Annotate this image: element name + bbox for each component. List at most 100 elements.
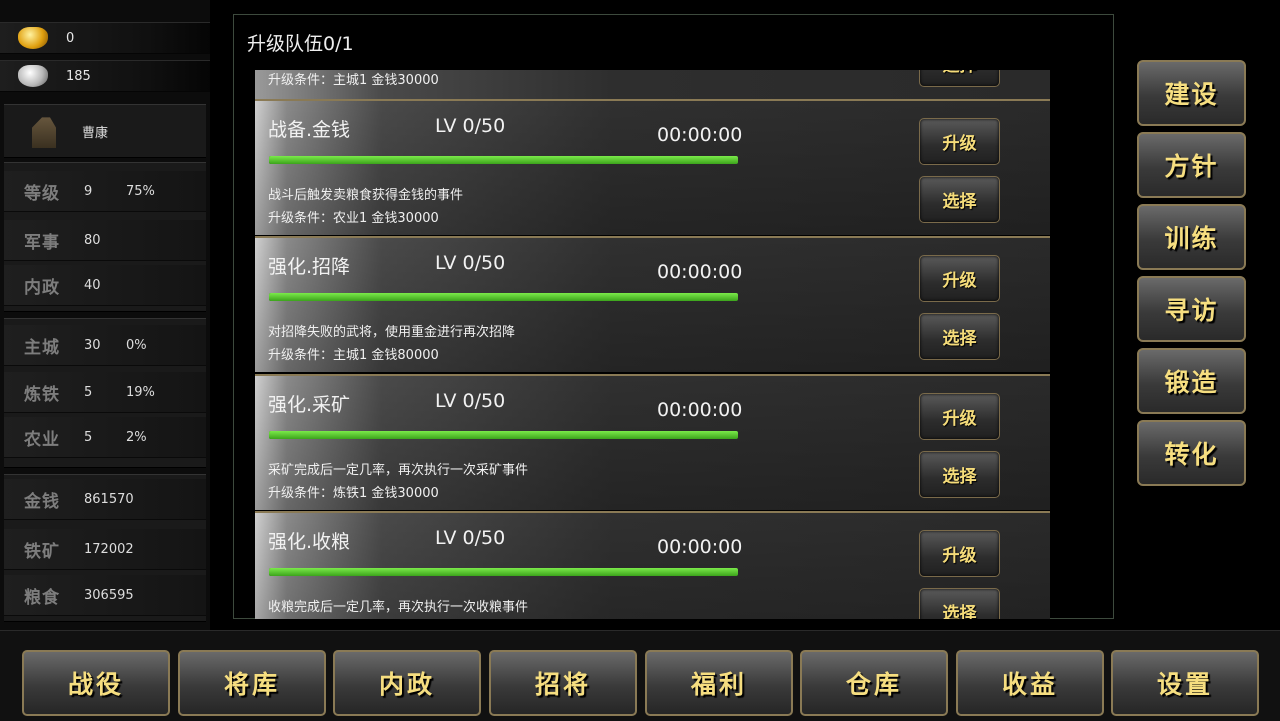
nav-battle-button[interactable]: 战役 [22, 650, 170, 716]
progress-bar [269, 293, 738, 301]
resource-value: 306595 [84, 587, 134, 603]
item-name: 战备.金钱 [268, 119, 351, 141]
forge-button[interactable]: 锻造 [1137, 348, 1246, 414]
building-label: 炼铁 [24, 384, 60, 405]
nav-welfare-button[interactable]: 福利 [645, 650, 793, 716]
politics-row: 内政 40 [4, 265, 206, 306]
hero-avatar [32, 117, 56, 148]
visit-button[interactable]: 寻访 [1137, 276, 1246, 342]
building-percent: 2% [126, 429, 147, 445]
resource-row: 粮食 306595 [4, 575, 206, 616]
nav-politics-button[interactable]: 内政 [333, 650, 481, 716]
list-item: 战备.金钱 LV 0/50 00:00:00 战斗后触发卖粮食获得金钱的事件 升… [255, 99, 1050, 235]
upgrade-list[interactable]: 升级条件：主城1 金钱30000 选择 战备.金钱 LV 0/50 00:00:… [255, 70, 1050, 619]
item-timer: 00:00:00 [657, 124, 743, 146]
military-value: 80 [84, 232, 101, 248]
progress-bar [269, 156, 738, 164]
item-description: 战斗后触发卖粮食获得金钱的事件 [268, 188, 464, 203]
building-row: 炼铁 5 19% [4, 372, 206, 413]
item-name: 强化.收粮 [268, 531, 351, 553]
resource-row: 金钱 861570 [4, 479, 206, 520]
resources-block: 金钱 861570 铁矿 172002 粮食 306595 [4, 474, 206, 622]
progress-fill [269, 293, 738, 301]
level-percent: 75% [126, 183, 155, 199]
resource-label: 金钱 [24, 491, 60, 512]
item-condition: 升级条件：主城1 金钱30000 [268, 73, 439, 88]
progress-fill [269, 568, 738, 576]
resource-label: 铁矿 [24, 541, 60, 562]
resource-row: 铁矿 172002 [4, 529, 206, 570]
upgrade-button[interactable]: 升级 [919, 393, 1000, 440]
item-timer: 00:00:00 [657, 536, 743, 558]
building-row: 主城 30 0% [4, 325, 206, 366]
nav-income-button[interactable]: 收益 [956, 650, 1104, 716]
gold-row: 0 [0, 22, 210, 54]
upgrade-button[interactable]: 升级 [919, 255, 1000, 302]
gold-ingot-icon [18, 27, 48, 49]
select-button[interactable]: 选择 [919, 313, 1000, 360]
silver-row: 185 [0, 60, 210, 92]
building-label: 主城 [24, 337, 60, 358]
item-name: 强化.采矿 [268, 394, 351, 416]
nav-generals-button[interactable]: 将库 [178, 650, 326, 716]
military-label: 军事 [24, 232, 60, 253]
upgrade-button[interactable]: 升级 [919, 530, 1000, 577]
list-item: 强化.收粮 LV 0/50 00:00:00 收粮完成后一定几率，再次执行一次收… [255, 511, 1050, 619]
resource-value: 172002 [84, 541, 134, 557]
upgrade-panel: 升级队伍0/1 升级条件：主城1 金钱30000 选择 战备.金钱 LV 0/5… [233, 14, 1114, 619]
level-value: 9 [84, 183, 93, 199]
list-item: 强化.采矿 LV 0/50 00:00:00 采矿完成后一定几率，再次执行一次采… [255, 374, 1050, 510]
nav-warehouse-button[interactable]: 仓库 [800, 650, 948, 716]
hero-block[interactable]: 曹康 [4, 104, 206, 158]
resource-value: 861570 [84, 491, 134, 507]
select-button[interactable]: 选择 [919, 588, 1000, 619]
progress-fill [269, 431, 738, 439]
item-timer: 00:00:00 [657, 261, 743, 283]
item-timer: 00:00:00 [657, 399, 743, 421]
build-button[interactable]: 建设 [1137, 60, 1246, 126]
attributes-block: 等级 9 75% 军事 80 内政 40 [4, 162, 206, 312]
silver-value: 185 [66, 68, 91, 84]
upgrade-button[interactable]: 升级 [919, 118, 1000, 165]
item-condition: 升级条件：农业1 金钱30000 [268, 211, 439, 226]
politics-label: 内政 [24, 277, 60, 298]
item-level: LV 0/50 [435, 527, 506, 549]
politics-value: 40 [84, 277, 101, 293]
item-description: 对招降失败的武将，使用重金进行再次招降 [268, 325, 516, 340]
training-button[interactable]: 训练 [1137, 204, 1246, 270]
hero-name: 曹康 [82, 125, 109, 141]
gold-value: 0 [66, 30, 75, 46]
item-condition: 升级条件：炼铁1 金钱30000 [268, 486, 439, 501]
building-value: 30 [84, 337, 101, 353]
policy-button[interactable]: 方针 [1137, 132, 1246, 198]
item-name: 强化.招降 [268, 256, 351, 278]
military-row: 军事 80 [4, 220, 206, 261]
level-row: 等级 9 75% [4, 171, 206, 212]
building-label: 农业 [24, 429, 60, 450]
nav-recruit-button[interactable]: 招将 [489, 650, 637, 716]
item-level: LV 0/50 [435, 252, 506, 274]
list-item-partial: 升级条件：主城1 金钱30000 选择 [255, 70, 1050, 100]
select-button[interactable]: 选择 [919, 451, 1000, 498]
select-button[interactable]: 选择 [919, 176, 1000, 223]
progress-bar [269, 431, 738, 439]
progress-fill [269, 156, 738, 164]
progress-bar [269, 568, 738, 576]
silver-ingot-icon [18, 65, 48, 87]
list-item: 强化.招降 LV 0/50 00:00:00 对招降失败的武将，使用重金进行再次… [255, 236, 1050, 372]
nav-settings-button[interactable]: 设置 [1111, 650, 1259, 716]
item-description: 收粮完成后一定几率，再次执行一次收粮事件 [268, 600, 529, 615]
panel-title: 升级队伍0/1 [247, 33, 354, 55]
convert-button[interactable]: 转化 [1137, 420, 1246, 486]
building-row: 农业 5 2% [4, 417, 206, 458]
building-percent: 19% [126, 384, 155, 400]
building-value: 5 [84, 429, 93, 445]
item-level: LV 0/50 [435, 115, 506, 137]
select-button[interactable]: 选择 [919, 70, 1000, 87]
level-label: 等级 [24, 183, 60, 204]
buildings-block: 主城 30 0% 炼铁 5 19% 农业 5 2% [4, 318, 206, 468]
building-percent: 0% [126, 337, 147, 353]
stats-panel: 0 185 曹康 等级 9 75% 军事 80 内政 40 主城 30 0% 炼… [0, 0, 210, 630]
item-level: LV 0/50 [435, 390, 506, 412]
resource-label: 粮食 [24, 587, 60, 608]
